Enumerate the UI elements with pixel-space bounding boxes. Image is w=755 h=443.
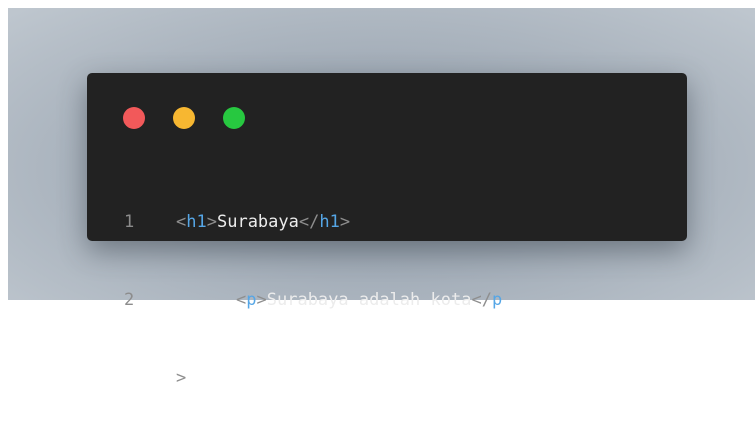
close-dot-icon[interactable] <box>123 107 145 129</box>
tag-bracket: > <box>206 212 217 232</box>
code-line: 1 <h1>Surabaya</h1> <box>124 209 502 235</box>
code-line-wrap: > <box>124 365 502 391</box>
tag-bracket: </ <box>471 290 492 310</box>
tag-bracket: < <box>236 290 247 310</box>
tag-name: p <box>246 290 257 310</box>
tag-name: h1 <box>319 212 340 232</box>
tag-name: h1 <box>186 212 207 232</box>
tag-bracket: > <box>176 368 187 388</box>
minimize-dot-icon[interactable] <box>173 107 195 129</box>
code-block: 1 <h1>Surabaya</h1> 2 <p>Surabaya adalah k… <box>124 157 502 443</box>
tag-bracket: > <box>256 290 267 310</box>
maximize-dot-icon[interactable] <box>223 107 245 129</box>
tag-name: p <box>491 290 503 310</box>
code-text: Surabaya adalah kota <box>266 290 472 310</box>
line-number: 1 <box>124 212 135 232</box>
tag-bracket: < <box>176 212 187 232</box>
code-text: Surabaya <box>216 212 299 232</box>
line-number: 2 <box>124 290 135 310</box>
code-line: 2 <p>Surabaya adalah kota</p <box>124 287 502 313</box>
code-window: 1 <h1>Surabaya</h1> 2 <p>Surabaya adalah k… <box>87 73 687 388</box>
tag-bracket: > <box>339 212 351 232</box>
tag-bracket: </ <box>298 212 320 232</box>
